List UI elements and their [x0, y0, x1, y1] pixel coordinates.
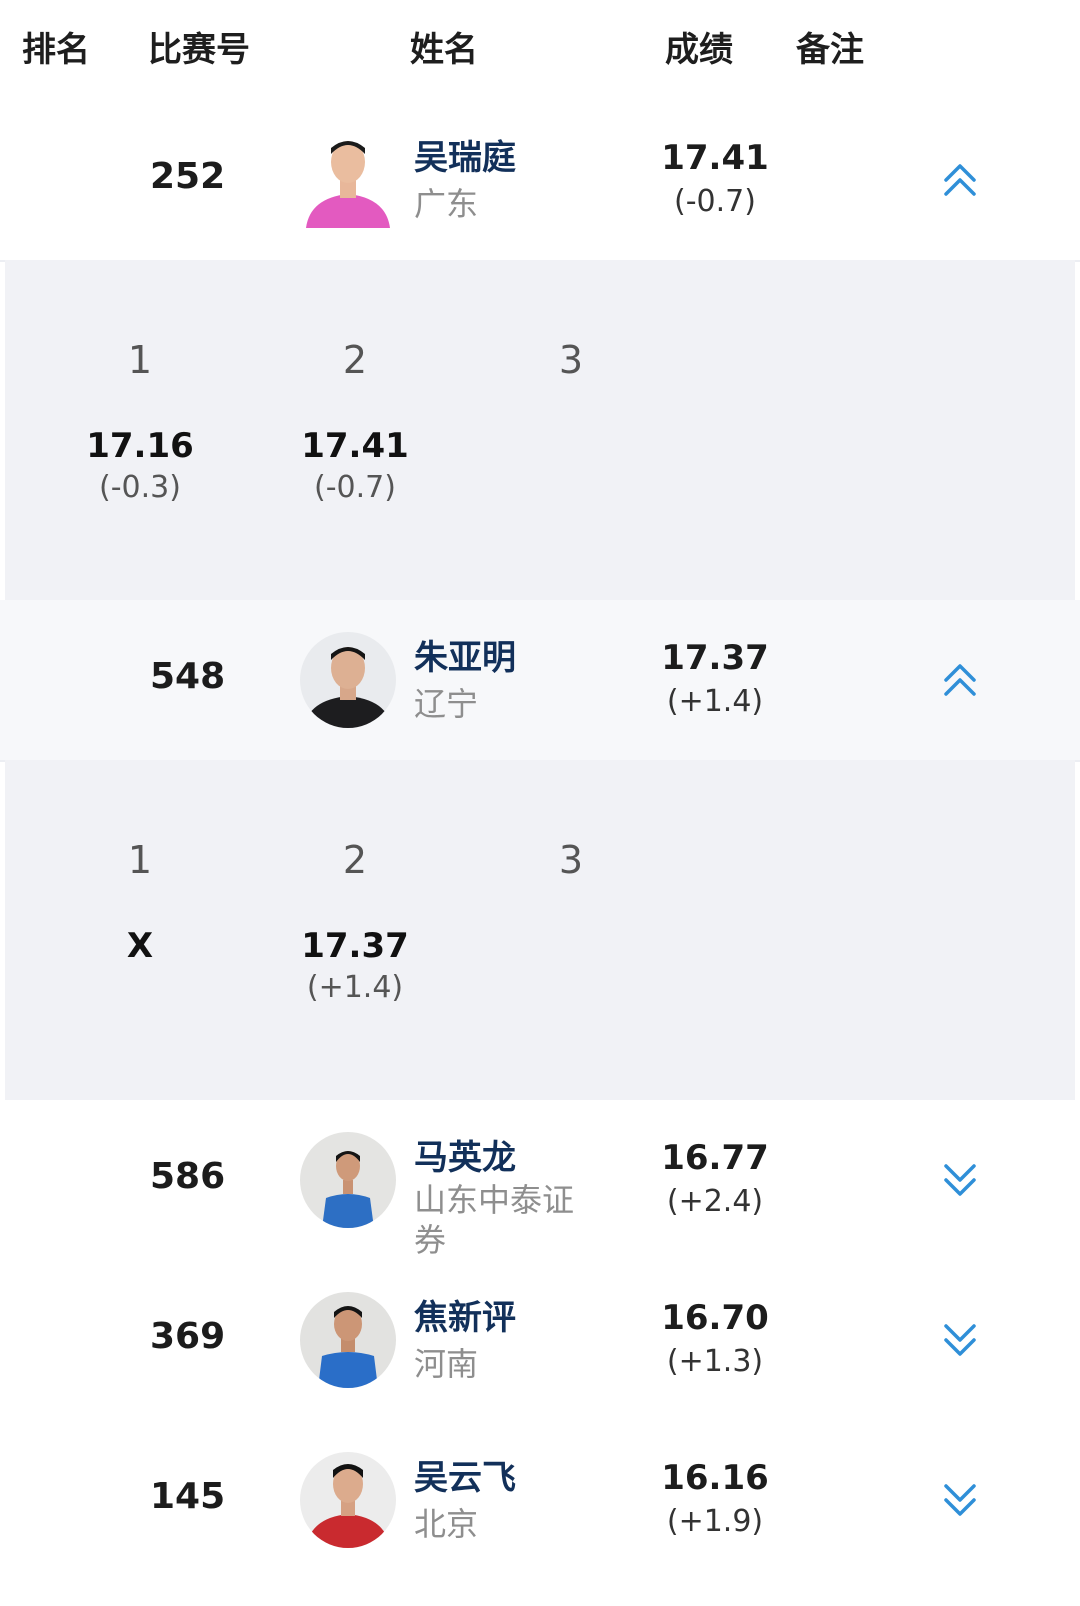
- best-mark: 16.16: [661, 1458, 769, 1498]
- athlete-team: 山东中泰证券: [414, 1181, 575, 1259]
- athlete-row[interactable]: 252 吴瑞庭 广东 17.41 (-0.7): [0, 100, 1080, 262]
- best-mark: 16.70: [661, 1298, 769, 1338]
- attempt-number: 2: [342, 838, 368, 882]
- athlete-photo: [300, 1452, 396, 1548]
- athlete-row[interactable]: 586 马英龙 山东中泰证券 16.77 (+2.4): [0, 1100, 1080, 1262]
- best-mark: 16.77: [661, 1138, 769, 1178]
- header-rank: 排名: [22, 30, 90, 70]
- attempt-number: 3: [558, 338, 584, 382]
- wind-reading: (+1.9): [666, 1504, 764, 1539]
- header-bib: 比赛号: [148, 30, 250, 70]
- attempts-panel: 1 2 3 X 17.37 (+1.4): [5, 760, 1075, 1102]
- athlete-team: 广东: [414, 185, 479, 223]
- header-note: 备注: [796, 30, 864, 70]
- attempt-number: 1: [127, 838, 153, 882]
- attempt-wind: (-0.7): [314, 470, 396, 505]
- attempts-panel: 1 2 3 17.16 (-0.3) 17.41 (-0.7): [5, 260, 1075, 602]
- wind-reading: (-0.7): [674, 184, 756, 219]
- athlete-name: 朱亚明: [414, 638, 516, 678]
- attempt-number: 1: [127, 338, 153, 382]
- chevron-double-down-icon[interactable]: [940, 1480, 980, 1520]
- best-mark: 17.41: [661, 138, 769, 178]
- chevron-double-down-icon[interactable]: [940, 1320, 980, 1360]
- athlete-photo: [300, 632, 396, 728]
- attempt-mark: 17.16: [86, 426, 194, 466]
- best-mark: 17.37: [661, 638, 769, 678]
- athlete-photo: [300, 1132, 396, 1228]
- table-header: 排名 比赛号 姓名 成绩 备注: [0, 0, 1080, 102]
- athlete-photo: [300, 1292, 396, 1388]
- bib-number: 145: [150, 1476, 226, 1517]
- attempt-number: 3: [558, 838, 584, 882]
- attempt-mark: X: [126, 926, 154, 966]
- athlete-name: 焦新评: [414, 1298, 516, 1338]
- athlete-name: 吴云飞: [414, 1458, 516, 1498]
- chevron-double-up-icon[interactable]: [940, 660, 980, 700]
- bib-number: 369: [150, 1316, 226, 1357]
- attempt-number: 2: [342, 338, 368, 382]
- wind-reading: (+1.4): [666, 684, 764, 719]
- bib-number: 586: [150, 1156, 226, 1197]
- athlete-row[interactable]: 145 吴云飞 北京 16.16 (+1.9): [0, 1420, 1080, 1606]
- attempt-mark: 17.37: [301, 926, 409, 966]
- athlete-photo: [300, 132, 396, 228]
- athlete-row[interactable]: 369 焦新评 河南 16.70 (+1.3): [0, 1260, 1080, 1422]
- chevron-double-down-icon[interactable]: [940, 1160, 980, 1200]
- attempt-wind: (+1.4): [306, 970, 404, 1005]
- athlete-team: 河南: [414, 1345, 479, 1383]
- header-score: 成绩: [665, 30, 733, 70]
- athlete-row[interactable]: 548 朱亚明 辽宁 17.37 (+1.4): [0, 600, 1080, 762]
- bib-number: 548: [150, 656, 226, 697]
- chevron-double-up-icon[interactable]: [940, 160, 980, 200]
- wind-reading: (+1.3): [666, 1344, 764, 1379]
- athlete-name: 吴瑞庭: [414, 138, 516, 178]
- header-name: 姓名: [410, 30, 478, 70]
- attempt-wind: (-0.3): [99, 470, 181, 505]
- attempt-mark: 17.41: [301, 426, 409, 466]
- bib-number: 252: [150, 156, 226, 197]
- athlete-name: 马英龙: [414, 1138, 516, 1178]
- athlete-team: 北京: [414, 1505, 479, 1543]
- wind-reading: (+2.4): [666, 1184, 764, 1219]
- athlete-team: 辽宁: [414, 685, 479, 723]
